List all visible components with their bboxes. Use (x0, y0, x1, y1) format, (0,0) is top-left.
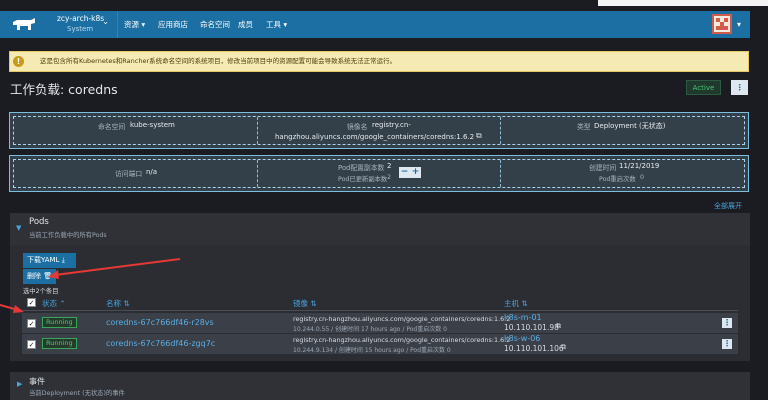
collapse-triangle-icon[interactable]: ▼ (16, 224, 21, 232)
rancher-logo[interactable] (0, 11, 48, 38)
type-value: Deployment (无状态) (594, 122, 666, 130)
copy-icon[interactable]: ⧉ (561, 343, 566, 352)
nav-members[interactable]: 成员 (238, 11, 253, 38)
expand-all-link[interactable]: 全部展开 (714, 201, 742, 211)
warning-icon: ! (13, 56, 24, 67)
row-checkbox[interactable]: ✓ (27, 340, 36, 349)
select-all-checkbox[interactable]: ✓ (27, 298, 36, 307)
status-running-badge: Running (42, 338, 77, 349)
window-strip (598, 0, 768, 6)
chevron-down-icon: ⌄ (102, 17, 109, 26)
pod-meta: 10.244.0.55 / 创建时间 17 hours ago / Pod重启次… (293, 326, 447, 333)
more-actions-button[interactable]: ⋮ (731, 80, 748, 95)
status-badge: Active (686, 80, 721, 95)
nav-resources[interactable]: 资源 ▾ (124, 11, 145, 38)
nav-tools[interactable]: 工具 ▾ (266, 11, 287, 38)
header-divider (22, 310, 738, 311)
column-node[interactable]: 主机 ⇅ (504, 298, 528, 309)
status-running-badge: Running (42, 317, 77, 328)
column-name[interactable]: 名称 ⇅ (106, 298, 130, 309)
type-label: 类型 (577, 123, 591, 131)
divider (500, 160, 501, 187)
pods-panel-header[interactable] (10, 213, 750, 245)
nav-catalog[interactable]: 应用商店 (158, 11, 188, 38)
replicas-label: Pod配置副本数 (338, 164, 385, 172)
port-label: 访问端口 (115, 170, 143, 178)
expand-triangle-icon[interactable]: ▶ (17, 380, 22, 388)
pod-image: registry.cn-hangzhou.aliyuncs.com/google… (293, 315, 511, 323)
copy-icon[interactable]: ⧉ (556, 322, 561, 331)
events-title: 事件 (29, 377, 45, 386)
divider (257, 160, 258, 187)
node-ip: 10.110.101.98 (504, 323, 559, 332)
scale-up-button[interactable]: + (410, 167, 421, 178)
user-menu-chevron-icon[interactable]: ▾ (737, 11, 741, 38)
pod-meta: 10.244.9.134 / 创建时间 15 hours ago / Pod重启… (293, 347, 451, 354)
pod-image: registry.cn-hangzhou.aliyuncs.com/google… (293, 336, 511, 344)
pod-name-link[interactable]: coredns-67c766df46-r28vs (106, 318, 214, 327)
avatar-icon (716, 18, 728, 30)
created-label: 创建时间 (589, 164, 617, 172)
page-title: 工作负载: coredns (10, 82, 118, 97)
image-label: 镜像名 (347, 123, 368, 131)
scale-down-button[interactable]: − (399, 167, 410, 178)
namespace-label: 命名空间 (98, 123, 126, 131)
image-value-line2: hangzhou.aliyuncs.com/google_containers/… (275, 133, 475, 141)
divider (500, 117, 501, 144)
restarts-label: Pod重启次数 (599, 176, 636, 183)
row-actions-button[interactable]: ⋮ (722, 339, 732, 349)
system-warning-banner: 这是包含所有Kubernetes和Rancher系统命名空间的系统项目，修改当前… (9, 51, 749, 72)
column-image[interactable]: 镜像 ⇅ (293, 298, 317, 309)
pods-subtitle: 当前工作负载中的所有Pods (29, 232, 107, 239)
updated-replicas-value: 2 (387, 174, 392, 181)
row-actions-button[interactable]: ⋮ (722, 318, 732, 328)
column-state[interactable]: 状态 ⌃ (42, 298, 66, 309)
node-link[interactable]: k8s-w-06 (504, 334, 540, 343)
updated-replicas-label: Pod已更新副本数 (338, 176, 388, 183)
divider (257, 117, 258, 144)
port-value: n/a (146, 168, 158, 176)
pods-title: Pods (29, 217, 49, 227)
replicas-value: 2 (387, 162, 392, 170)
node-link[interactable]: k8s-m-01 (504, 313, 542, 322)
pod-name-link[interactable]: coredns-67c766df46-zgq7c (106, 339, 215, 348)
namespace-value: kube-system (130, 121, 175, 129)
row-checkbox[interactable]: ✓ (27, 319, 36, 328)
events-subtitle: 当前Deployment (无状态)的事件 (29, 390, 125, 397)
restarts-value: 0 (640, 174, 645, 181)
rancher-cow-icon (13, 17, 35, 30)
nav-namespaces[interactable]: 命名空间 (200, 11, 230, 38)
copy-icon[interactable]: ⧉ (476, 131, 482, 141)
node-ip: 10.110.101.106 (504, 344, 564, 353)
created-value: 11/21/2019 (619, 162, 660, 170)
image-value-line1: registry.cn- (372, 121, 411, 129)
cluster-selector[interactable]: zcy-arch-k8s System ⌄ (48, 11, 118, 38)
user-avatar[interactable] (712, 14, 732, 34)
